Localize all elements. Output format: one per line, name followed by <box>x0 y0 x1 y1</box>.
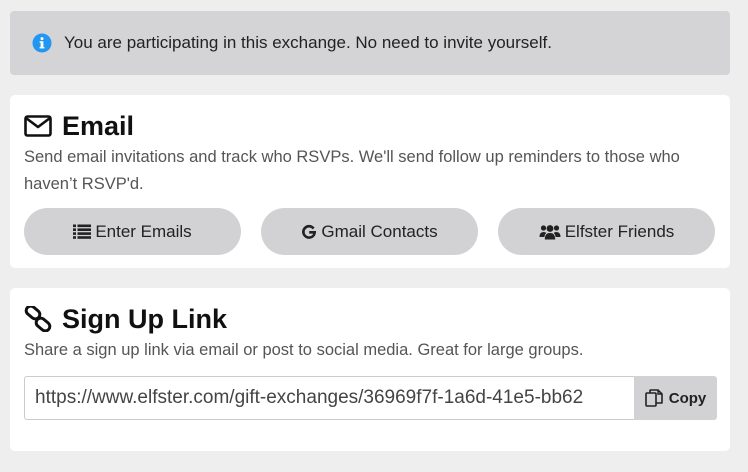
copy-label: Copy <box>668 389 707 407</box>
link-icon <box>24 306 52 332</box>
elfster-friends-button[interactable]: Elfster Friends <box>498 208 715 255</box>
signup-title: Sign Up Link <box>62 303 227 334</box>
copy-icon <box>644 389 663 407</box>
signup-link-row: Copy <box>24 376 730 420</box>
signup-link-input[interactable] <box>24 376 634 420</box>
email-description: Send email invitations and track who RSV… <box>24 148 680 193</box>
list-icon <box>73 224 92 239</box>
email-button-row: Enter Emails Gmail Contacts Elfster Frie… <box>24 208 730 255</box>
enter-emails-label: Enter Emails <box>95 221 192 241</box>
envelope-icon <box>24 115 52 137</box>
copy-link-button[interactable]: Copy <box>634 376 717 420</box>
google-g-icon <box>301 224 317 240</box>
email-header: Email <box>24 109 730 143</box>
email-invite-card: Email Send email invitations and track w… <box>10 95 730 268</box>
gmail-contacts-label: Gmail Contacts <box>321 221 438 241</box>
signup-description: Share a sign up link via email or post t… <box>24 341 584 359</box>
info-circle-icon <box>32 33 52 53</box>
alert-message: You are participating in this exchange. … <box>64 33 552 52</box>
users-icon <box>539 224 561 240</box>
email-title: Email <box>62 110 135 141</box>
signup-header: Sign Up Link <box>24 302 730 336</box>
gmail-contacts-button[interactable]: Gmail Contacts <box>261 208 478 255</box>
participation-alert: You are participating in this exchange. … <box>10 11 730 75</box>
signup-link-card: Sign Up Link Share a sign up link via em… <box>10 288 730 451</box>
elfster-friends-label: Elfster Friends <box>564 221 675 241</box>
enter-emails-button[interactable]: Enter Emails <box>24 208 241 255</box>
